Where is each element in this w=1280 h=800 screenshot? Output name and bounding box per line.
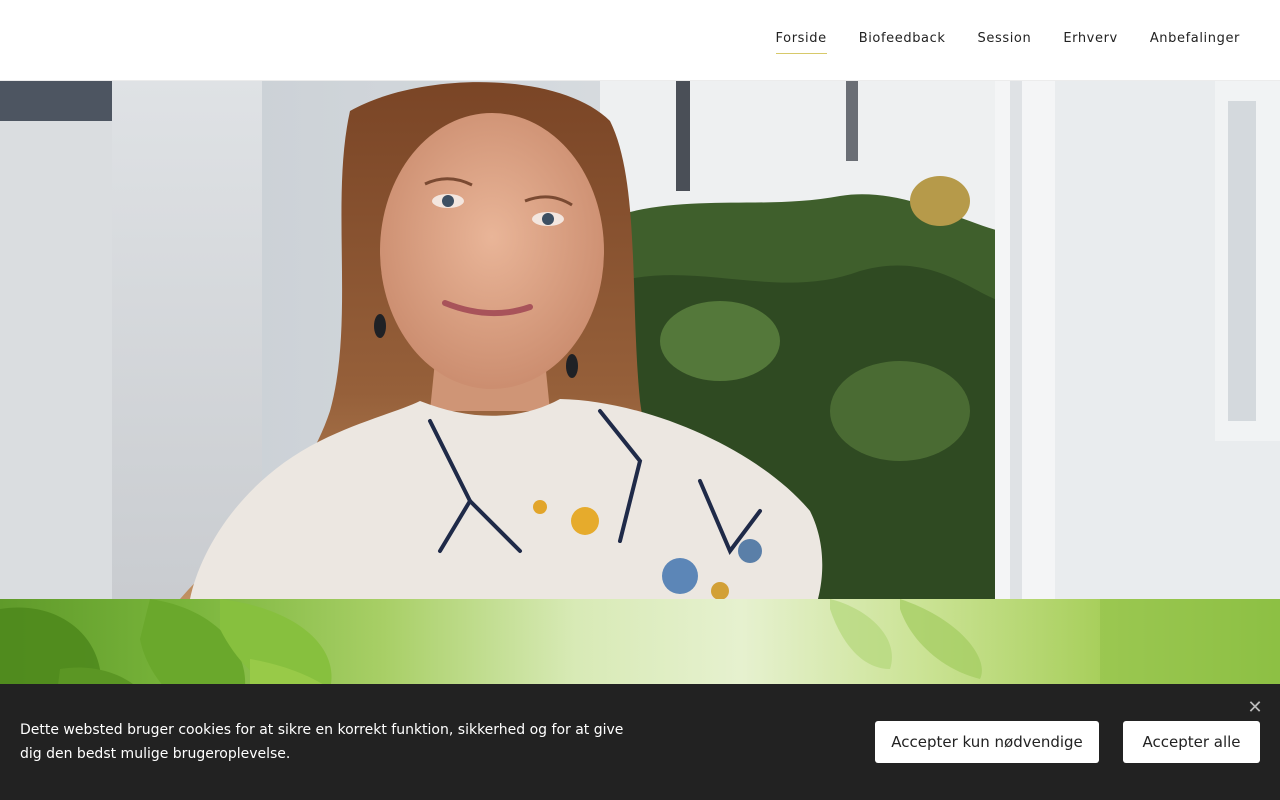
portrait-photo xyxy=(0,81,1280,599)
main-nav: Forside Biofeedback Session Erhverv Anbe… xyxy=(775,0,1240,80)
nav-item-forside[interactable]: Forside xyxy=(775,31,827,54)
accept-all-button[interactable]: Accepter alle xyxy=(1123,721,1260,763)
close-icon[interactable]: ✕ xyxy=(1246,699,1264,717)
accept-necessary-button[interactable]: Accepter kun nødvendige xyxy=(875,721,1099,763)
hero-image xyxy=(0,81,1280,599)
cookie-banner: Dette websted bruger cookies for at sikr… xyxy=(0,684,1280,800)
site-header: Forside Biofeedback Session Erhverv Anbe… xyxy=(0,0,1280,81)
nav-item-session[interactable]: Session xyxy=(978,31,1032,50)
cookie-message: Dette websted bruger cookies for at sikr… xyxy=(20,722,624,762)
nav-item-anbefalinger[interactable]: Anbefalinger xyxy=(1150,31,1240,50)
nav-item-erhverv[interactable]: Erhverv xyxy=(1063,31,1118,50)
nav-item-biofeedback[interactable]: Biofeedback xyxy=(859,31,946,50)
